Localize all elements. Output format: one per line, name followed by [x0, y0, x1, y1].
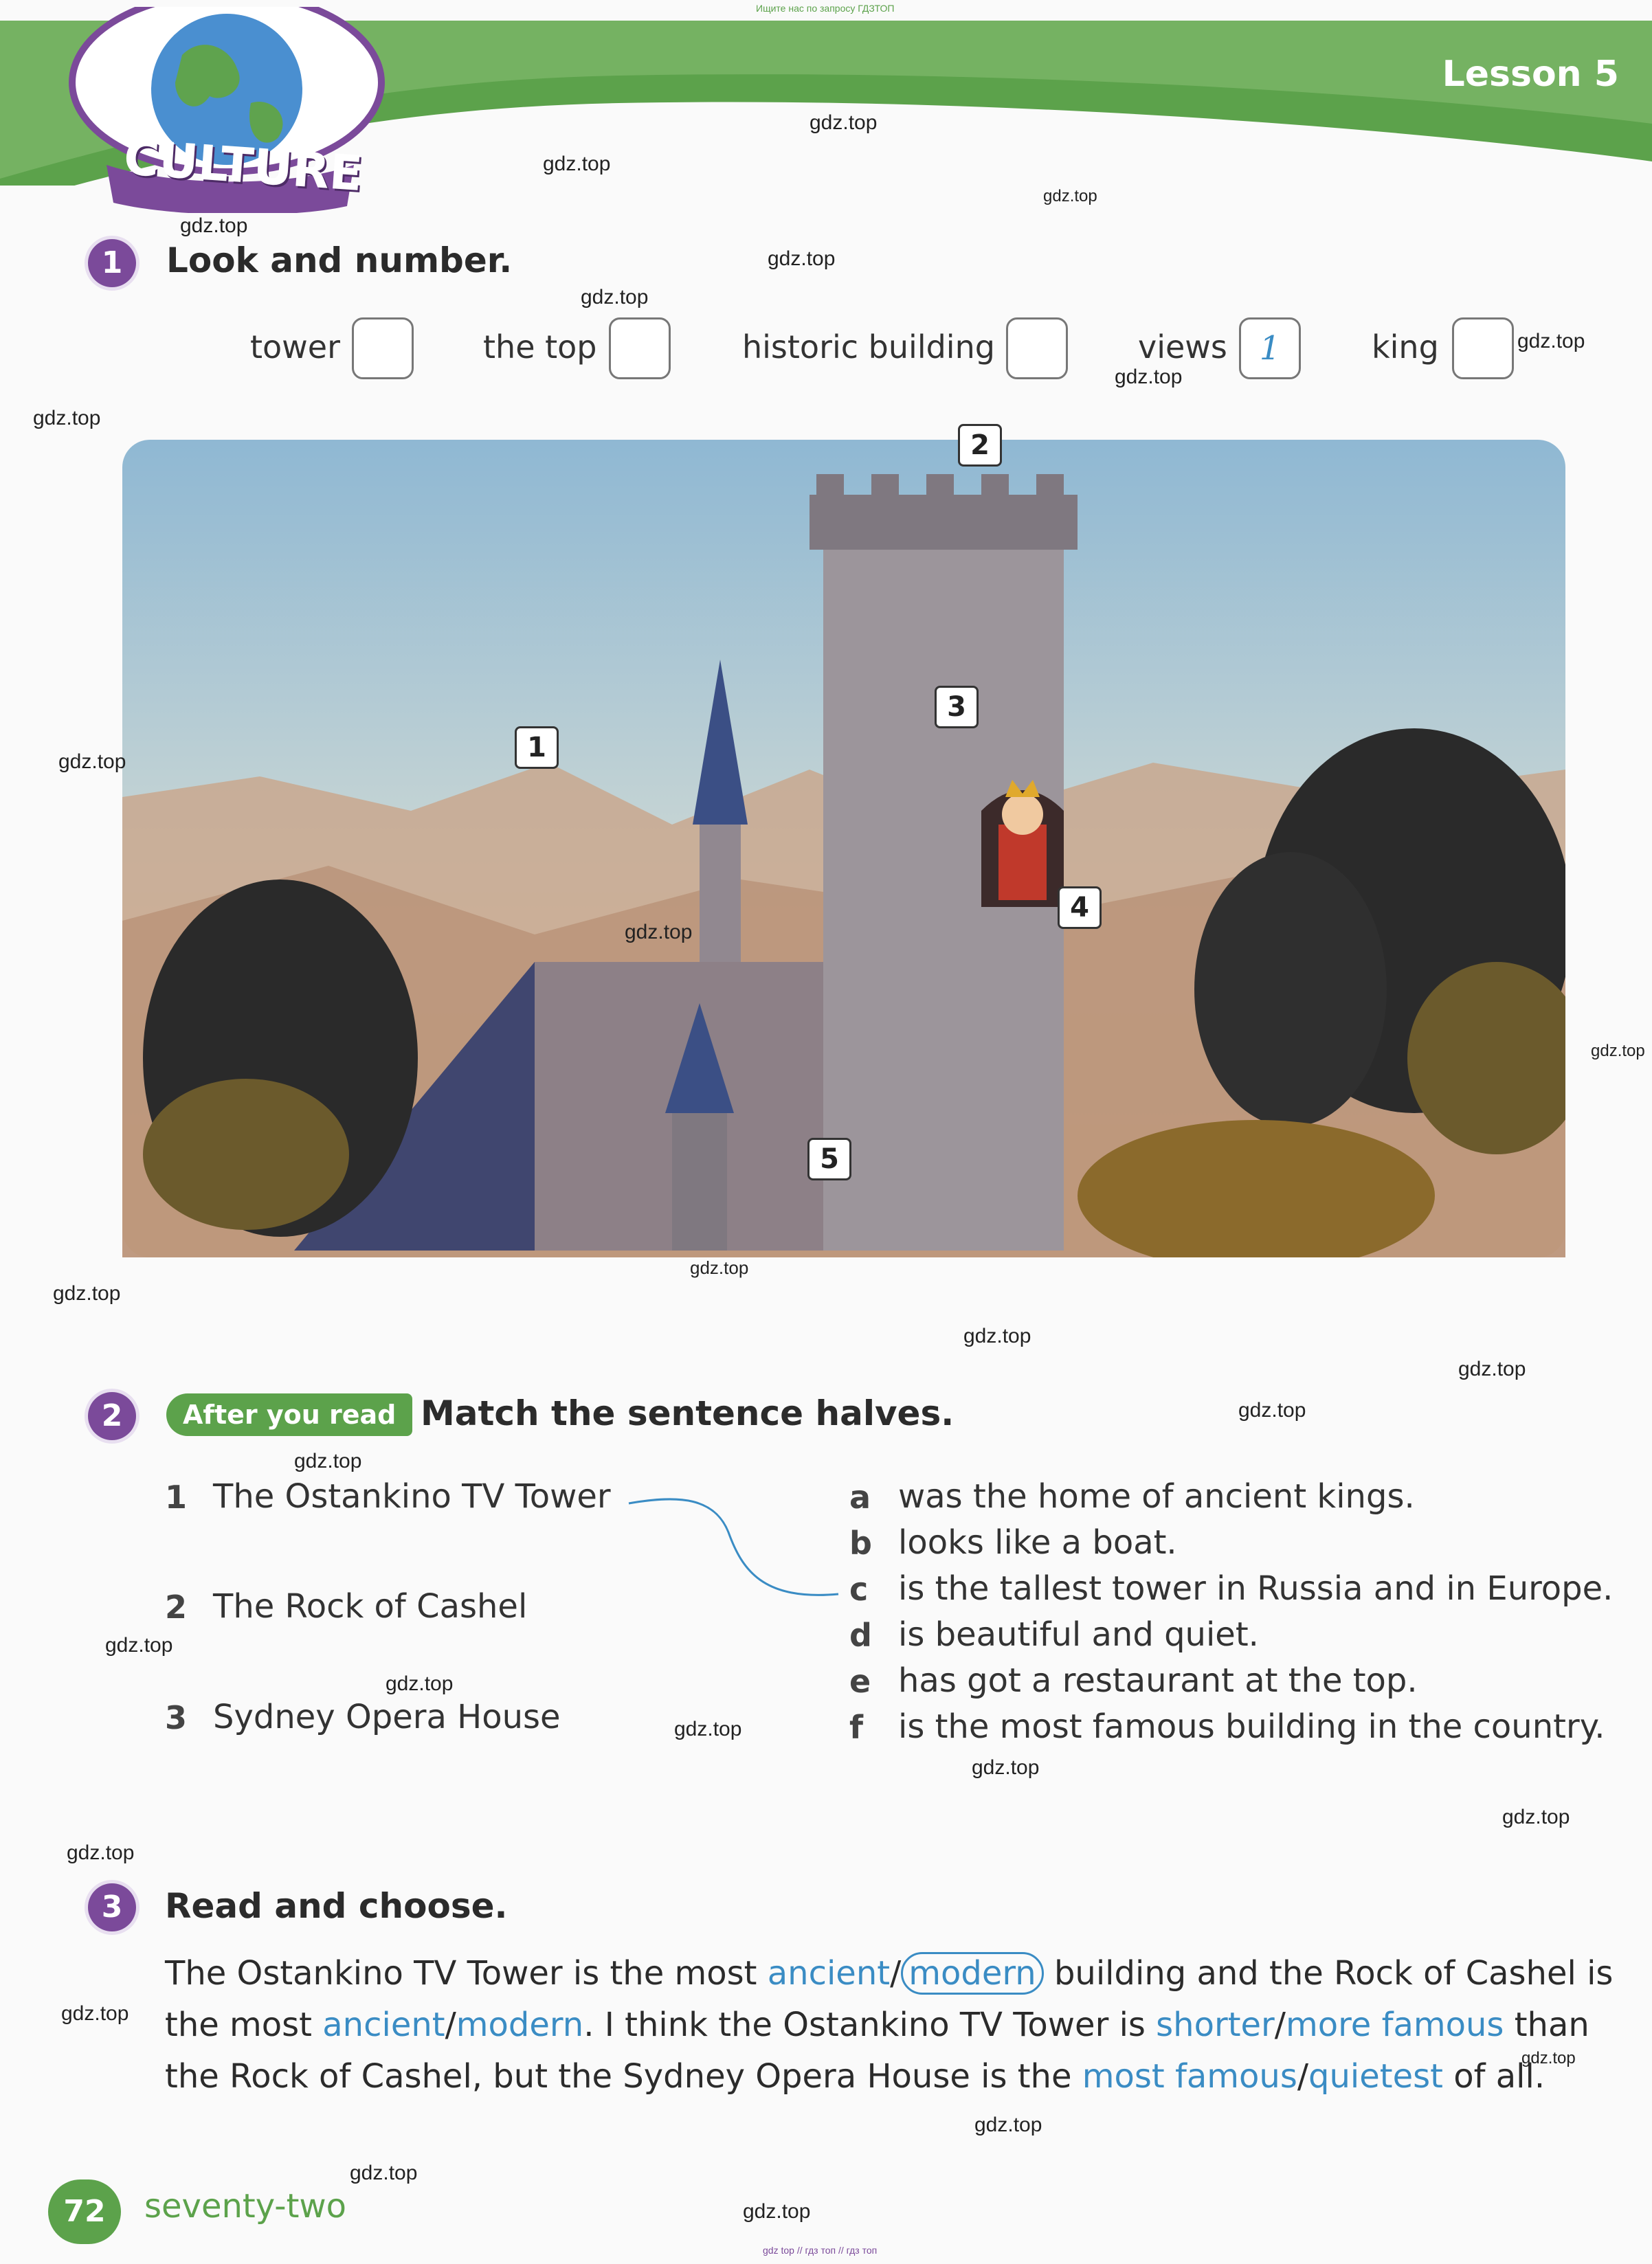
page-number: 72 — [48, 2179, 121, 2244]
right-item-f-letter: f — [849, 1709, 864, 1746]
watermark: gdz.top — [1502, 1806, 1570, 1828]
option-quietest[interactable]: quietest — [1308, 2057, 1443, 2096]
option-ancient-2[interactable]: ancient — [322, 2006, 445, 2044]
watermark: gdz.top — [61, 2002, 129, 2025]
right-item-d-text: is beautiful and quiet. — [898, 1615, 1259, 1654]
option-modern-2[interactable]: modern — [456, 2006, 583, 2044]
watermark: gdz.top — [963, 1325, 1031, 1347]
picture-label-5: 5 — [807, 1138, 851, 1180]
option-separator: / — [1274, 2006, 1286, 2044]
right-item-a-text: was the home of ancient kings. — [898, 1477, 1415, 1516]
option-more-famous[interactable]: more famous — [1286, 2006, 1504, 2044]
watermark: gdz.top — [386, 1672, 454, 1695]
culture-badge: CULTURE — [65, 0, 388, 215]
lesson-title: Lesson 5 — [1442, 54, 1619, 95]
watermark: gdz.top — [581, 286, 649, 309]
watermark: gdz.top — [53, 1282, 121, 1305]
option-separator: / — [1297, 2057, 1309, 2096]
page-number-words: seventy-two — [144, 2187, 347, 2226]
watermark: gdz.top — [1521, 2049, 1576, 2067]
watermark: gdz.top — [1043, 187, 1097, 205]
exercise-3-number: 3 — [88, 1883, 136, 1931]
word-the-top: the top — [483, 328, 597, 366]
right-item-b-letter: b — [849, 1525, 872, 1562]
watermark: gdz.top — [105, 1634, 173, 1657]
left-item-1-text: The Ostankino TV Tower — [213, 1477, 611, 1516]
watermark: gdz.top — [690, 1257, 749, 1278]
watermark: gdz.top — [33, 407, 101, 429]
right-item-c-text: is the tallest tower in Russia and in Eu… — [898, 1569, 1614, 1608]
watermark: gdz.top — [625, 921, 693, 943]
left-item-2-text: The Rock of Cashel — [213, 1587, 528, 1626]
option-ancient-1[interactable]: ancient — [768, 1954, 890, 1993]
word-historic-building: historic building — [742, 328, 995, 366]
word-king: king — [1372, 328, 1439, 366]
answer-box-tower[interactable] — [352, 317, 414, 379]
option-modern-1-circled[interactable]: modern — [901, 1952, 1044, 1995]
bottom-note: gdz top // гдз топ // гдз топ — [763, 2245, 878, 2256]
watermark: gdz.top — [1591, 1042, 1645, 1060]
answer-box-the-top[interactable] — [609, 317, 671, 379]
watermark: gdz.top — [67, 1841, 135, 1864]
word-tower: tower — [250, 328, 341, 366]
right-item-c-letter: c — [849, 1571, 869, 1608]
picture-label-3: 3 — [935, 686, 979, 728]
answer-box-views[interactable]: 1 — [1239, 317, 1301, 379]
right-item-a-letter: a — [849, 1479, 871, 1516]
exercise-3-title: Read and choose. — [165, 1886, 508, 1926]
picture-label-1: 1 — [515, 726, 559, 769]
right-item-d-letter: d — [849, 1617, 872, 1654]
exercise-1-number: 1 — [88, 239, 136, 287]
right-item-f-text: is the most famous building in the count… — [898, 1707, 1605, 1746]
left-item-3-text: Sydney Opera House — [213, 1698, 561, 1736]
picture-label-2: 2 — [958, 424, 1002, 467]
watermark: gdz.top — [768, 247, 836, 270]
answer-box-king[interactable] — [1452, 317, 1514, 379]
watermark: gdz.top — [180, 214, 248, 237]
right-item-e-letter: e — [849, 1663, 871, 1700]
watermark: gdz.top — [1458, 1358, 1526, 1380]
word-views: views — [1138, 328, 1227, 366]
watermark: gdz.top — [1238, 1399, 1306, 1422]
option-separator: / — [890, 1954, 902, 1993]
match-line — [628, 1498, 839, 1596]
exercise-2-title: Match the sentence halves. — [421, 1393, 955, 1433]
watermark: gdz.top — [294, 1450, 362, 1472]
watermark: gdz.top — [1115, 366, 1183, 388]
picture-label-4: 4 — [1058, 886, 1102, 929]
watermark: gdz.top — [674, 1718, 742, 1740]
after-you-read-badge: After you read — [166, 1393, 413, 1436]
text-segment: . I think the Ostankino TV Tower is — [583, 2006, 1157, 2044]
answer-box-historic-building[interactable] — [1006, 317, 1068, 379]
option-most-famous[interactable]: most famous — [1082, 2057, 1297, 2096]
left-item-1-number: 1 — [165, 1479, 188, 1516]
left-item-3-number: 3 — [165, 1699, 188, 1736]
exercise-2-number: 2 — [88, 1392, 136, 1440]
option-shorter[interactable]: shorter — [1156, 2006, 1275, 2044]
top-note: Ищите нас по запросу ГДЗТОП — [756, 3, 895, 14]
castle-illustration — [122, 440, 1565, 1257]
exercise-1-title: Look and number. — [166, 240, 513, 280]
watermark: gdz.top — [1517, 330, 1585, 352]
right-item-b-text: looks like a boat. — [898, 1523, 1177, 1562]
text-segment: The Ostankino TV Tower is the most — [165, 1954, 768, 1993]
watermark: gdz.top — [350, 2162, 418, 2184]
reading-paragraph: The Ostankino TV Tower is the most ancie… — [165, 1948, 1622, 2103]
watermark: gdz.top — [972, 1756, 1040, 1779]
watermark: gdz.top — [810, 111, 878, 134]
left-item-2-number: 2 — [165, 1589, 188, 1626]
watermark: gdz.top — [974, 2114, 1042, 2136]
option-separator: / — [445, 2006, 456, 2044]
watermark: gdz.top — [58, 750, 126, 773]
watermark: gdz.top — [743, 2200, 811, 2223]
watermark: gdz.top — [543, 153, 611, 175]
right-item-e-text: has got a restaurant at the top. — [898, 1661, 1418, 1700]
